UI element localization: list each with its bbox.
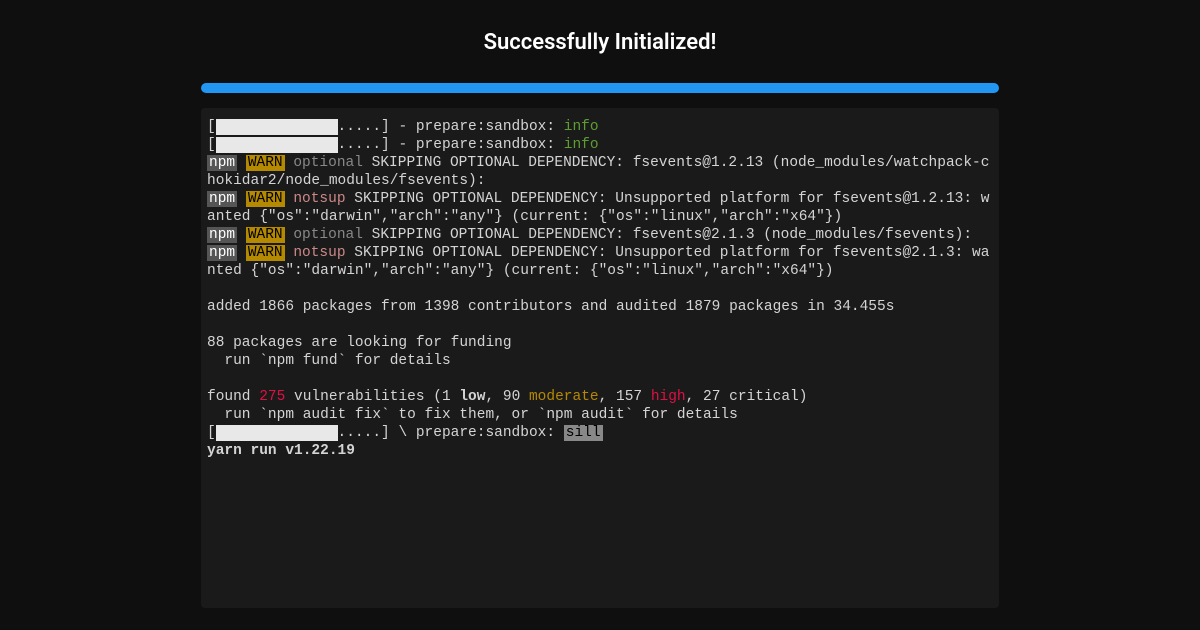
terminal-segment (237, 245, 246, 261)
terminal-segment: 275 (259, 389, 285, 405)
terminal-segment: moderate (529, 389, 599, 405)
terminal-line: [ .....] - prepare:sandbox: info (207, 136, 993, 154)
terminal-segment: [ (207, 119, 216, 135)
terminal-segment: optional (293, 227, 363, 243)
terminal-segment: notsup (293, 245, 345, 261)
page-title: Successfully Initialized! (484, 30, 717, 55)
terminal-segment: npm (207, 227, 237, 243)
terminal-segment: info (564, 119, 599, 135)
terminal-segment: SKIPPING OPTIONAL DEPENDENCY: fsevents@2… (363, 227, 972, 243)
terminal-line: npm WARN notsup SKIPPING OPTIONAL DEPEND… (207, 244, 993, 280)
terminal-segment: optional (293, 155, 363, 171)
terminal-segment: low (459, 389, 485, 405)
terminal-segment: run `npm audit fix` to fix them, or `npm… (207, 407, 738, 423)
terminal-line: npm WARN notsup SKIPPING OPTIONAL DEPEND… (207, 190, 993, 226)
terminal-segment: WARN (246, 191, 285, 207)
terminal-segment: , 157 (599, 389, 651, 405)
terminal-segment: npm (207, 245, 237, 261)
terminal-segment (216, 119, 338, 135)
terminal-segment: [ (207, 137, 216, 153)
terminal-line: yarn run v1.22.19 (207, 442, 993, 460)
terminal-line: run `npm audit fix` to fix them, or `npm… (207, 406, 993, 424)
terminal-segment: , 27 critical) (686, 389, 808, 405)
terminal-segment: run `npm fund` for details (207, 353, 451, 369)
terminal-line: npm WARN optional SKIPPING OPTIONAL DEPE… (207, 154, 993, 190)
terminal-line: npm WARN optional SKIPPING OPTIONAL DEPE… (207, 226, 993, 244)
terminal-segment: .....] \ prepare:sandbox: (338, 425, 564, 441)
terminal-segment: WARN (246, 227, 285, 243)
terminal-segment: , 90 (485, 389, 529, 405)
terminal-line: 88 packages are looking for funding (207, 334, 993, 352)
terminal-segment: WARN (246, 155, 285, 171)
terminal-segment: .....] - prepare:sandbox: (338, 119, 564, 135)
terminal-segment: [ (207, 425, 216, 441)
terminal-segment: high (651, 389, 686, 405)
terminal-segment: added 1866 packages from 1398 contributo… (207, 299, 894, 315)
terminal-segment (237, 227, 246, 243)
terminal-segment: WARN (246, 245, 285, 261)
terminal-line: added 1866 packages from 1398 contributo… (207, 298, 993, 316)
terminal-line: [ .....] \ prepare:sandbox: sill (207, 424, 993, 442)
terminal-segment: vulnerabilities (1 (285, 389, 459, 405)
terminal-output: [ .....] - prepare:sandbox: info[ .....]… (201, 108, 999, 608)
terminal-line: run `npm fund` for details (207, 352, 993, 370)
terminal-segment (237, 155, 246, 171)
terminal-segment (216, 425, 338, 441)
terminal-segment: yarn run v1.22.19 (207, 443, 355, 459)
terminal-segment: npm (207, 191, 237, 207)
terminal-segment: .....] - prepare:sandbox: (338, 137, 564, 153)
terminal-line: found 275 vulnerabilities (1 low, 90 mod… (207, 388, 993, 406)
terminal-line (207, 316, 993, 334)
terminal-segment (237, 191, 246, 207)
terminal-segment (216, 137, 338, 153)
terminal-line: [ .....] - prepare:sandbox: info (207, 118, 993, 136)
terminal-segment: info (564, 137, 599, 153)
terminal-line (207, 280, 993, 298)
terminal-segment: notsup (293, 191, 345, 207)
terminal-segment: 88 packages are looking for funding (207, 335, 512, 351)
terminal-segment: sill (564, 425, 603, 441)
terminal-line (207, 370, 993, 388)
progress-bar (201, 83, 999, 93)
terminal-segment: npm (207, 155, 237, 171)
terminal-segment: found (207, 389, 259, 405)
